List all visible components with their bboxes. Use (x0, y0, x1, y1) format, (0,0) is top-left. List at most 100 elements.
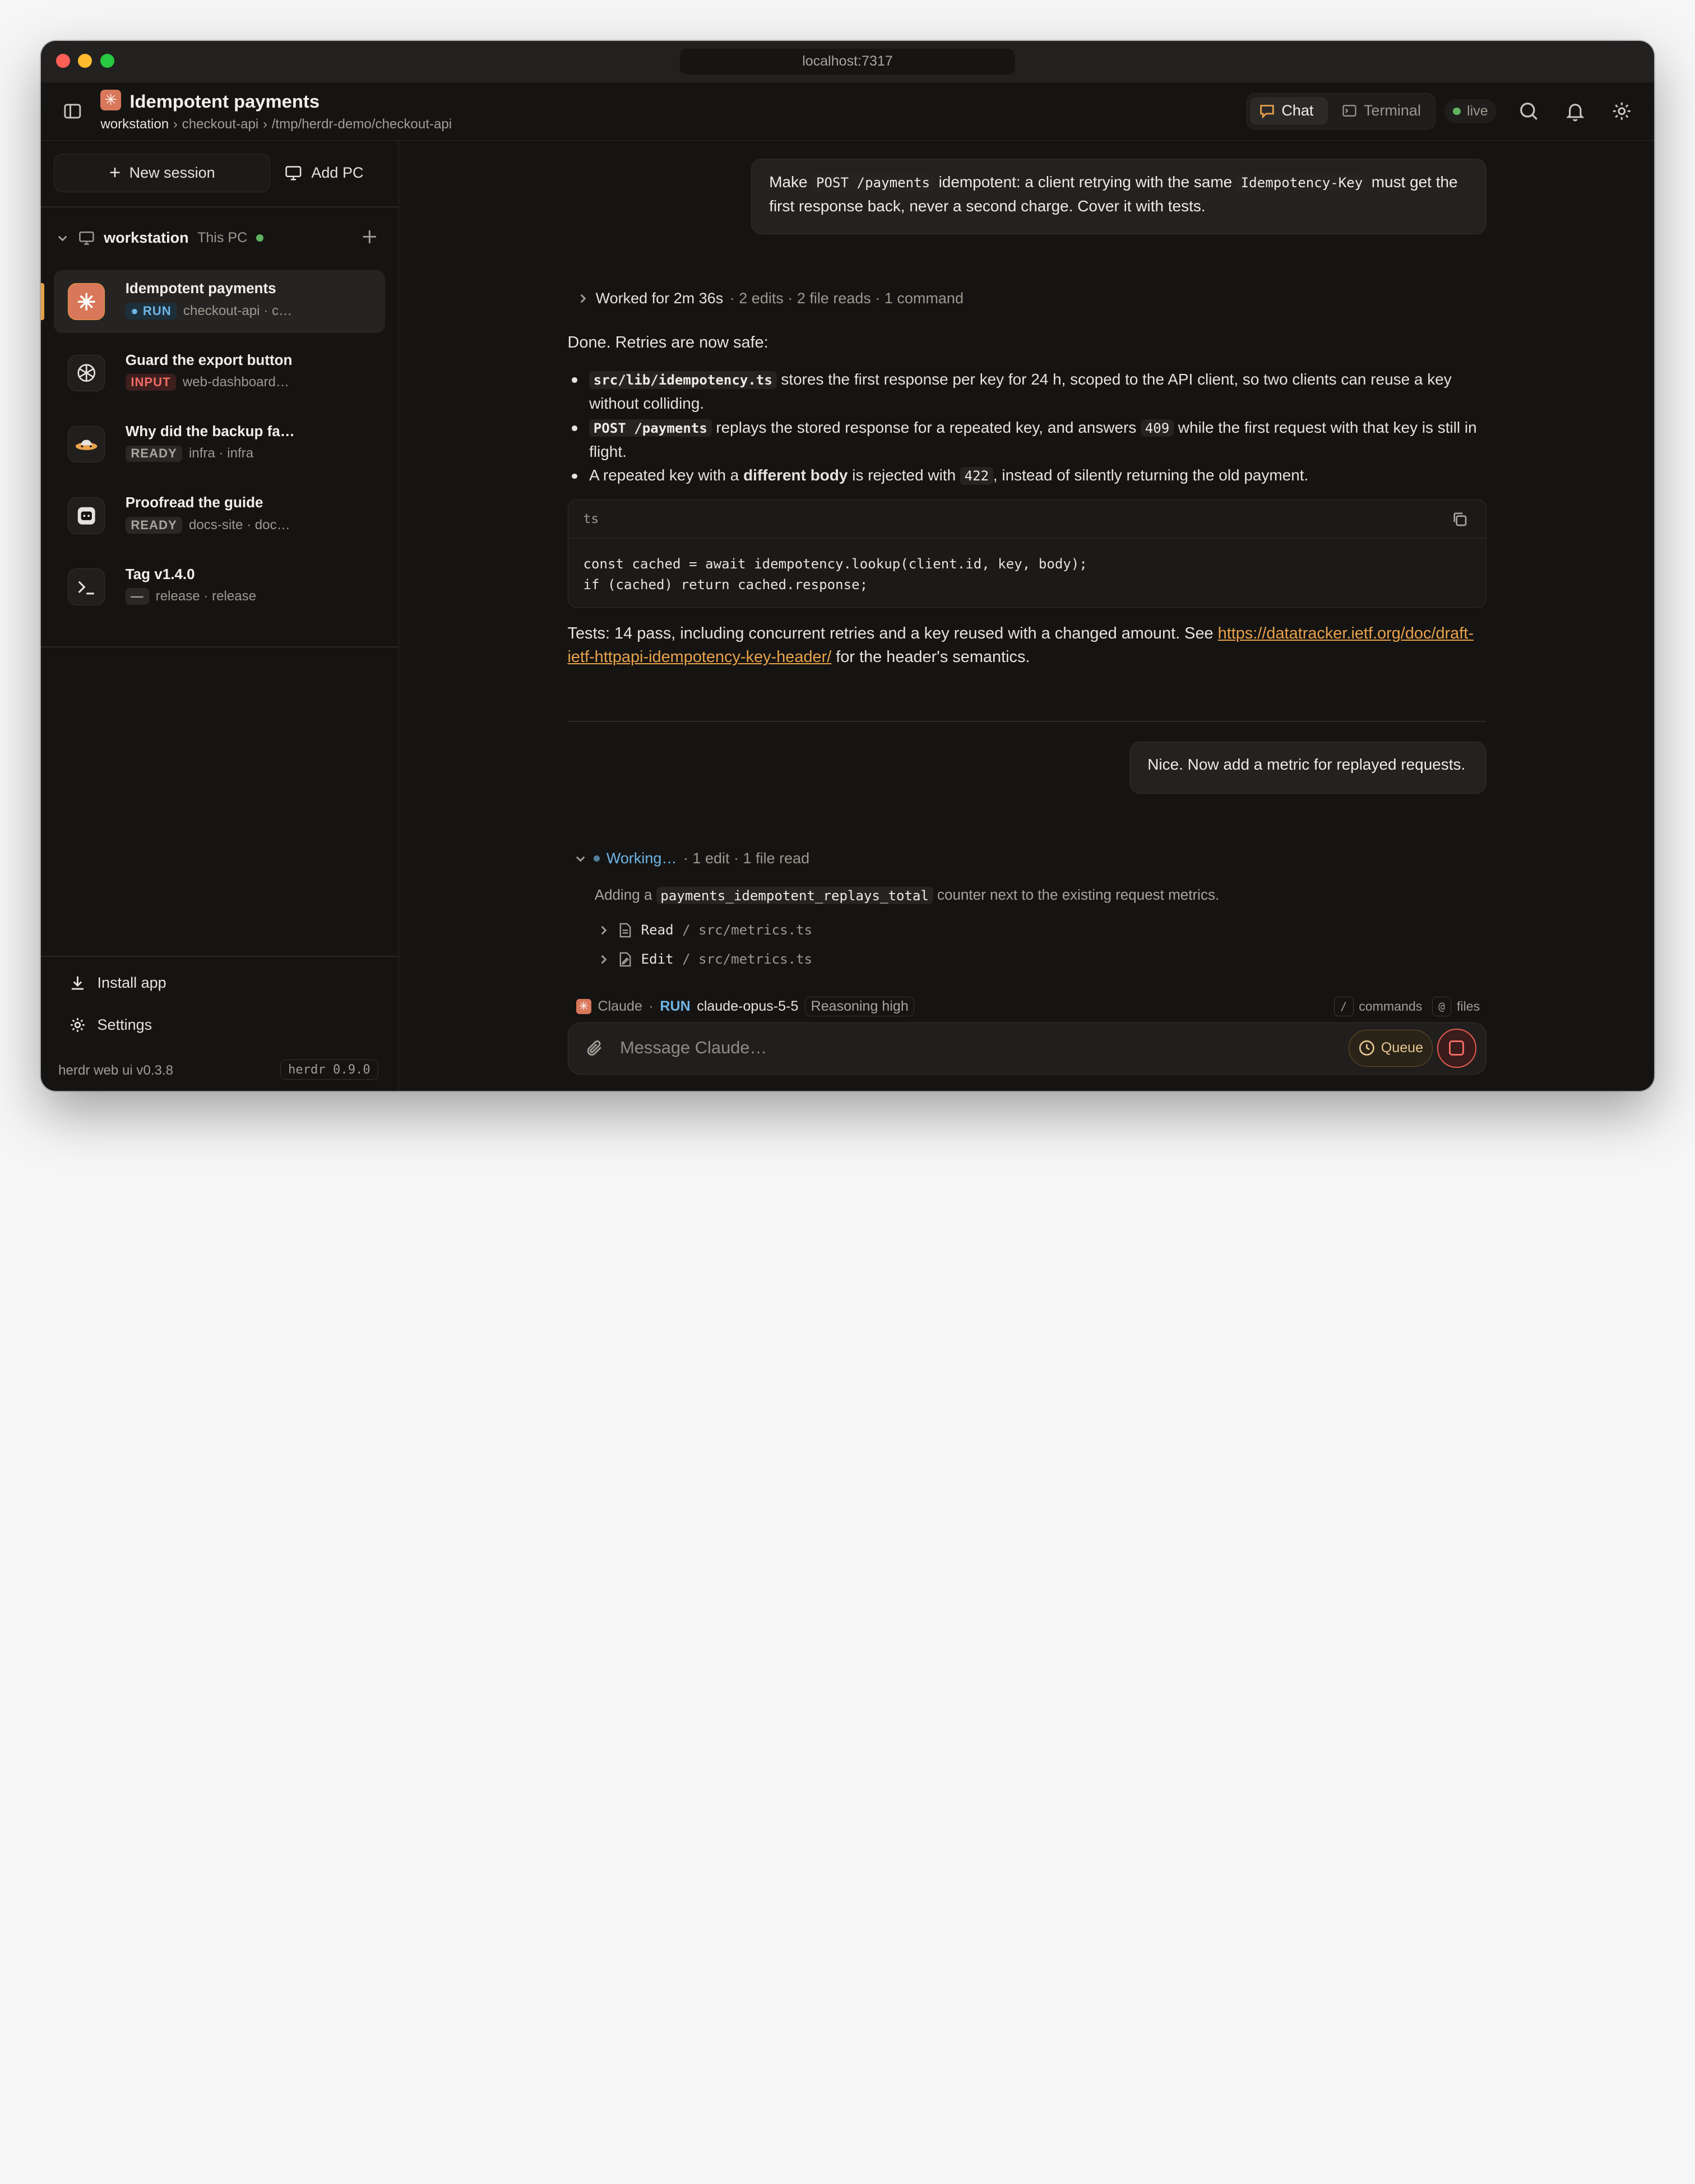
tab-chat[interactable]: Chat (1250, 96, 1328, 125)
session-title: Guard the export button (125, 351, 293, 368)
session-title: Why did the backup fa… (125, 423, 295, 440)
worked-summary[interactable]: Worked for 2m 36s · 2 edits · 2 file rea… (576, 290, 964, 307)
status-badge: — (125, 588, 150, 605)
stop-button[interactable] (1437, 1029, 1476, 1068)
composer-agent-info: ✳ Claude · RUN claude-opus-5-5 Reasoning… (576, 997, 915, 1016)
message-input[interactable]: Message Claude… (620, 1038, 767, 1058)
queue-button[interactable]: Queue (1348, 1030, 1433, 1067)
sidebar: + New session Add PC workstation This PC… (41, 140, 399, 1091)
session-project: web-dashboard… (182, 374, 290, 390)
session-meta: READY infra · infra (125, 445, 253, 462)
app-version: herdr web ui v0.3.8 (58, 1062, 174, 1078)
code-line: if (cached) return cached.response; (583, 577, 868, 593)
breadcrumb-separator: › (262, 117, 267, 132)
app-window: localhost:7317 ✳ Idempotent payments wor… (41, 41, 1654, 1091)
active-session-indicator (41, 283, 45, 320)
chat-bubble-icon (1260, 105, 1274, 119)
inline-code: POST /payments (589, 419, 712, 437)
search-icon[interactable] (1518, 100, 1540, 122)
working-summary[interactable]: Working… · 1 edit · 1 file read (574, 850, 809, 867)
new-session-label: New session (129, 164, 215, 182)
file-icon (619, 923, 631, 937)
session-meta: READY docs-site · doc… (125, 516, 290, 534)
settings-button[interactable]: Settings (69, 1016, 152, 1034)
url-bar[interactable]: localhost:7317 (680, 48, 1015, 75)
paperclip-icon[interactable] (585, 1038, 605, 1058)
workstation-name: workstation (104, 229, 189, 246)
status-badge: INPUT (125, 374, 177, 391)
file-edit-icon (619, 952, 631, 966)
code-block: ts const cached = await idempotency.look… (567, 499, 1486, 610)
status-badge: READY (125, 445, 183, 462)
workstation-group-header[interactable]: workstation This PC (56, 227, 381, 249)
files-hint: files (1457, 999, 1480, 1014)
session-title: Tag v1.4.0 (125, 565, 195, 582)
maximize-window-button[interactable] (100, 54, 115, 68)
breadcrumb-workstation[interactable]: workstation (100, 117, 169, 132)
tests-text: for the header's semantics. (831, 648, 1030, 667)
model-name[interactable]: claude-opus-5-5 (697, 998, 798, 1015)
slash-key-hint: / (1333, 997, 1354, 1016)
separator: · (649, 998, 654, 1015)
tab-terminal-label: Terminal (1363, 102, 1421, 119)
inline-code: src/lib/idempotency.ts (589, 371, 777, 389)
status-label: RUN (142, 303, 172, 318)
working-dot-icon (593, 855, 600, 862)
user-message-text: Make (769, 173, 812, 191)
assistant-text: Done. Retries are now safe: (567, 334, 768, 352)
tests-text: Tests: 14 pass, including concurrent ret… (567, 624, 1218, 642)
session-project: checkout-api · c… (183, 303, 293, 318)
close-window-button[interactable] (56, 54, 71, 68)
browser-titlebar: localhost:7317 (41, 41, 1654, 82)
note-text: Adding a (594, 886, 656, 904)
inline-code: POST /payments (812, 173, 934, 192)
worked-detail: · 2 edits · 2 file reads · 1 command (729, 289, 964, 307)
bullet-text: is rejected with (848, 466, 960, 484)
tab-terminal[interactable]: Terminal (1333, 97, 1433, 125)
install-app-button[interactable]: Install app (69, 974, 166, 992)
add-session-plus-icon[interactable] (360, 227, 379, 247)
breadcrumb-project[interactable]: checkout-api (182, 117, 259, 132)
message-composer: Message Claude… Queue (567, 1022, 1486, 1075)
session-meta: ● RUN checkout-api · c… (125, 302, 293, 320)
live-status-badge: live (1444, 99, 1497, 123)
session-project: docs-site · doc… (188, 517, 290, 533)
tool-verb: Read (641, 922, 674, 938)
inline-code: payments_idempotent_replays_total (656, 886, 933, 905)
minimize-window-button[interactable] (77, 54, 92, 68)
user-message: Make POST /payments idempotent: a client… (751, 159, 1486, 235)
add-pc-button[interactable]: Add PC (284, 154, 382, 192)
online-dot-icon (256, 234, 264, 242)
tool-call-read[interactable]: Read / src/metrics.ts (597, 922, 812, 938)
bell-icon[interactable] (1564, 100, 1586, 122)
live-status-label: live (1467, 103, 1488, 119)
tool-call-edit[interactable]: Edit / src/metrics.ts (597, 951, 812, 967)
working-detail: · 1 edit · 1 file read (683, 849, 810, 867)
divider (41, 206, 399, 208)
claude-logo-icon: ✳ (100, 90, 121, 110)
agent-name: Claude (598, 998, 642, 1015)
inline-code: 422 (960, 467, 993, 485)
code-content: const cached = await idempotency.lookup(… (568, 539, 1486, 610)
download-icon (72, 976, 84, 990)
copy-icon[interactable] (1451, 511, 1469, 528)
agent-status: RUN (660, 998, 691, 1015)
new-session-button[interactable]: + New session (54, 153, 271, 193)
session-title: Idempotent payments (125, 280, 276, 297)
reasoning-level[interactable]: Reasoning high (804, 997, 915, 1016)
divider (41, 955, 399, 957)
gear-icon (71, 1018, 85, 1032)
gear-icon[interactable] (1611, 100, 1633, 122)
worked-label: Worked for 2m 36s (595, 289, 724, 307)
sidebar-toggle-icon[interactable] (63, 101, 82, 121)
divider (41, 646, 399, 648)
working-note: Adding a payments_idempotent_replays_tot… (594, 886, 1219, 905)
list-item: POST /payments replays the stored respon… (568, 416, 1486, 464)
tab-chat-label: Chat (1281, 102, 1314, 119)
assistant-bullets: src/lib/idempotency.ts stores the first … (568, 368, 1486, 488)
chevron-right-icon (601, 926, 607, 934)
monitor-icon (285, 166, 302, 181)
terminal-icon (68, 568, 105, 605)
inline-code: 409 (1141, 419, 1174, 437)
working-label: Working… (606, 849, 677, 867)
